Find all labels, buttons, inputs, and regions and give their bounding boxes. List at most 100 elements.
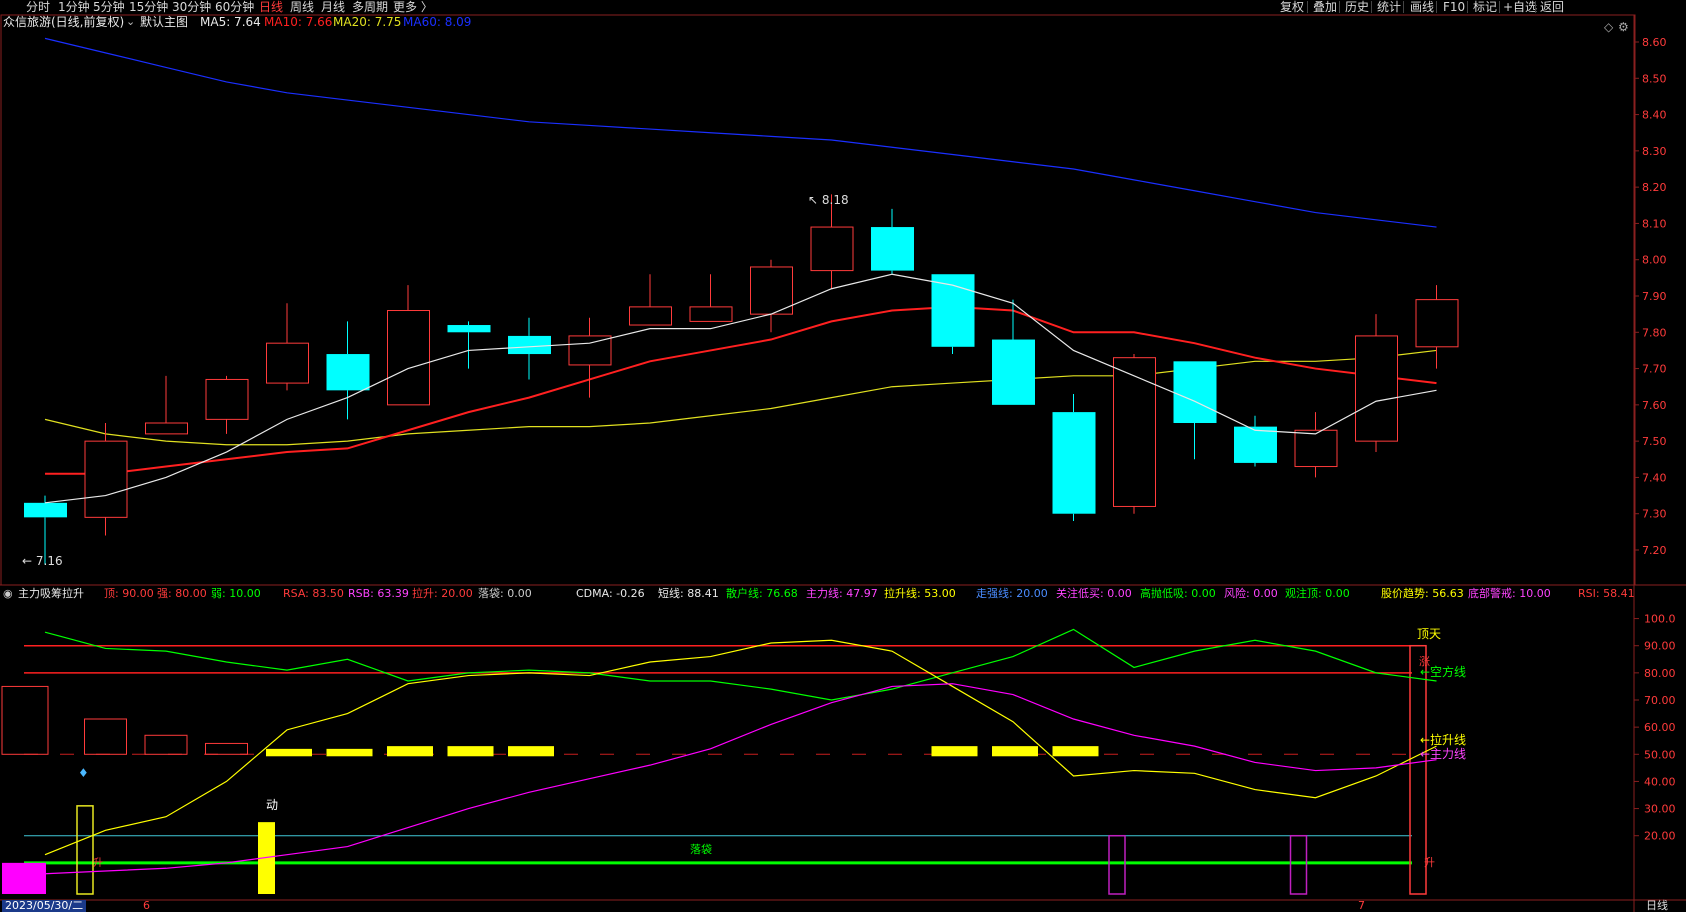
candle-body-up: [1113, 357, 1156, 507]
candle-body-up: [810, 226, 854, 272]
candle-body-up: [750, 266, 793, 315]
move-label: 动: [266, 798, 278, 812]
candle-body-up: [689, 306, 733, 322]
yellow-lift-bar: [508, 746, 554, 757]
candle-body-up: [145, 422, 188, 435]
main-force-magenta-line: [44, 683, 1437, 875]
candle-body-up: [568, 335, 612, 366]
yellow-lift-bar: [266, 748, 312, 757]
price-tick-label: 8.50: [1642, 72, 1667, 85]
period-label: 日线: [1646, 899, 1668, 912]
sheng-label-left: 升: [93, 857, 103, 869]
indicator-trend: 股价趋势: 56.63: [1381, 587, 1464, 600]
indicator-info-bar: ◉ 主力吸筹拉升 顶: 90.00 强: 80.00 弱: 10.00 RSA:…: [0, 586, 1635, 602]
price-tick-label: 7.90: [1642, 290, 1667, 303]
price-tick-label: 8.10: [1642, 217, 1667, 230]
main-panel-frame: [0, 14, 1636, 586]
red-box-bar: [1, 685, 49, 755]
price-tick-label: 8.30: [1642, 145, 1667, 158]
diamond-gem-icon: ♦: [78, 766, 89, 780]
yellow-lift-bar: [1052, 746, 1099, 757]
magenta-signal-block: [2, 862, 46, 894]
indicator-lift: 拉升: 20.00: [412, 587, 473, 600]
candle-body-up: [1355, 335, 1398, 442]
price-axis: 8.60 8.50 8.40 8.30 8.20 8.10 8.00 7.90 7.80 7.70…: [1634, 36, 1667, 557]
candle-body-up: [629, 306, 672, 326]
candle-body-up: [387, 310, 430, 406]
candlesticks: [24, 194, 1459, 565]
indicator-watch-top: 观注顶: 0.00: [1285, 587, 1350, 600]
ma20-polyline: [44, 349, 1437, 446]
indicator-tick-label: 70.00: [1644, 694, 1676, 707]
drop-bag-label: 落袋: [690, 842, 712, 856]
candle-body-down: [1052, 412, 1096, 514]
indicator-short-line: 短线: 88.41: [658, 587, 719, 600]
indicator-tick-label: 40.00: [1644, 775, 1676, 788]
price-tick-label: 8.40: [1642, 109, 1667, 122]
low-price-label: ← 7.16: [22, 554, 63, 568]
purple-outline-box: [1108, 834, 1126, 895]
high-price-label: ↖ 8.18: [808, 193, 849, 207]
ma20-line: [44, 349, 1437, 446]
month-7-label: 7: [1358, 899, 1365, 912]
candle-body-up: [1294, 429, 1338, 468]
date-axis: 2023/05/30/二 6 7 日线: [0, 900, 1686, 912]
candle-body-up: [205, 378, 249, 420]
candle-body-down: [1234, 426, 1277, 463]
indicator-lines: [44, 628, 1437, 875]
ma5-polyline: [44, 273, 1437, 504]
yellow-lift-bar: [992, 746, 1038, 757]
empty-line-label: ←空方线: [1420, 664, 1466, 679]
retail-green-line: [44, 628, 1437, 701]
yellow-lift-bar: [387, 746, 433, 757]
yellow-lift-bar: [447, 746, 494, 757]
indicator-strong-walk: 走强线: 20.00: [976, 587, 1048, 600]
indicator-risk: 风险: 0.00: [1224, 587, 1278, 600]
ma5-line: [44, 273, 1437, 504]
candle-body-up: [84, 440, 128, 518]
indicator-high-throw: 高抛低吸: 0.00: [1140, 587, 1216, 600]
price-tick-label: 7.20: [1642, 544, 1667, 557]
candle-body-down: [326, 354, 370, 391]
main-force-line-label: ←主力线: [1420, 747, 1466, 761]
yellow-outline-box: [76, 805, 94, 895]
ma10-line: [45, 305, 1437, 475]
indicator-cdma: CDMA: -0.26: [576, 587, 645, 600]
indicator-rsb: RSB: 63.39: [348, 587, 409, 600]
red-box-bar: [84, 718, 127, 755]
indicator-tick-label: 20.00: [1644, 830, 1676, 843]
indicator-name[interactable]: 主力吸筹拉升: [18, 586, 84, 602]
price-tick-label: 7.30: [1642, 508, 1667, 521]
indicator-rsa: RSA: 83.50: [283, 587, 344, 600]
price-tick-label: 7.40: [1642, 471, 1667, 484]
candle-body-down: [508, 335, 551, 355]
ma60-line: [44, 37, 1437, 228]
indicator-main-force-line: 主力线: 47.97: [806, 587, 878, 600]
indicator-retail-line: 散户线: 76.68: [726, 587, 798, 600]
price-tick-label: 7.60: [1642, 399, 1667, 412]
ma10-polyline: [45, 305, 1437, 475]
cursor-date: 2023/05/30/二: [2, 900, 87, 912]
indicator-top: 顶: 90.00: [104, 587, 154, 600]
price-tick-label: 8.60: [1642, 36, 1667, 49]
indicator-bottom-warn: 底部警戒: 10.00: [1468, 587, 1551, 600]
red-box-bar: [144, 734, 188, 755]
ma60-polyline: [44, 37, 1437, 228]
indicator-tick-label: 60.00: [1644, 721, 1676, 734]
candle-body-down: [1173, 361, 1217, 423]
diamond-icon[interactable]: ◇: [1604, 20, 1614, 34]
indicator-watch-low: 关注低买: 0.00: [1056, 587, 1132, 600]
purple-outline-box: [1289, 834, 1308, 895]
settings-icon[interactable]: ⚙: [1618, 20, 1629, 34]
indicator-weak: 弱: 10.00: [211, 587, 261, 600]
indicator-tick-label: 80.00: [1644, 667, 1676, 680]
candle-body-down: [447, 325, 491, 333]
indicator-tick-label: 50.00: [1644, 748, 1676, 761]
indicator-tick-label: 30.00: [1644, 803, 1676, 816]
candle-body-down: [992, 339, 1035, 405]
indicator-menu-icon[interactable]: ◉: [3, 586, 13, 602]
price-tick-label: 7.80: [1642, 326, 1667, 339]
kline-chart-canvas[interactable]: ◇ ⚙ 8.60 8.50 8.40 8.30 8.20 8.10 8.00 7.90 7.80…: [0, 0, 1686, 912]
candle-body-up: [1415, 299, 1459, 348]
price-tick-label: 7.50: [1642, 435, 1667, 448]
